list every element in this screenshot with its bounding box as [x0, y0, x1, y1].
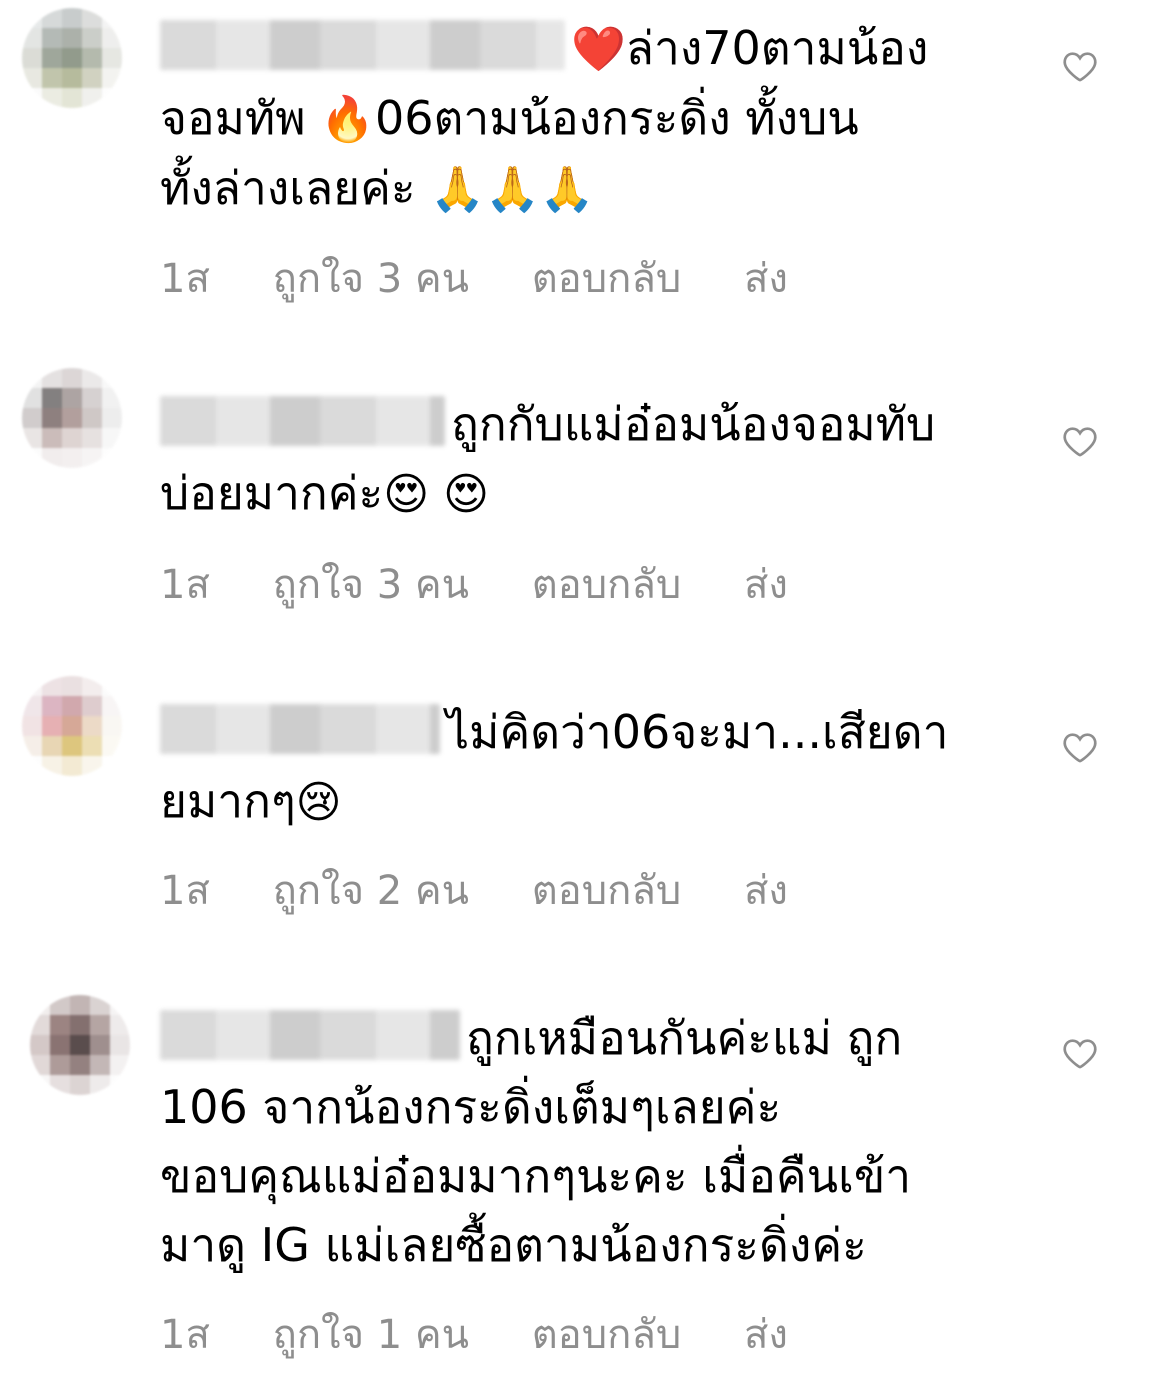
comment-meta: 1ส ถูกใจ 2 คน ตอบกลับ ส่ง	[160, 858, 838, 922]
comment-text: ถูกเหมือนกันค่ะแม่ ถูก 106 จากน้องกระดิ่…	[160, 1010, 912, 1272]
pray-emoji: 🙏🙏🙏	[430, 164, 595, 215]
heart-outline-icon[interactable]	[1060, 421, 1100, 461]
avatar[interactable]	[30, 995, 130, 1095]
timestamp: 1ส	[160, 868, 210, 914]
username-blurred[interactable]	[160, 20, 565, 70]
send-button[interactable]: ส่ง	[744, 868, 788, 914]
heart-outline-icon[interactable]	[1060, 46, 1100, 86]
send-button[interactable]: ส่ง	[744, 562, 788, 608]
timestamp: 1ส	[160, 256, 210, 302]
crying-face-emoji: 😢	[295, 777, 342, 828]
send-button[interactable]: ส่ง	[744, 1312, 788, 1358]
likes-count[interactable]: ถูกใจ 2 คน	[273, 868, 469, 914]
avatar[interactable]	[22, 676, 122, 776]
avatar[interactable]	[22, 8, 122, 108]
heart-emoji: ❤️	[571, 24, 626, 75]
username-blurred[interactable]	[160, 1010, 460, 1060]
comment-text: ❤️ล่าง70ตามน้อง จอมทัพ 🔥06ตามน้องกระดิ่ง…	[160, 20, 929, 215]
username-blurred[interactable]	[160, 396, 445, 446]
fire-emoji: 🔥	[320, 94, 375, 145]
avatar[interactable]	[22, 368, 122, 468]
username-blurred[interactable]	[160, 704, 440, 754]
heart-outline-icon[interactable]	[1060, 1033, 1100, 1073]
reply-button[interactable]: ตอบกลับ	[532, 1312, 682, 1358]
timestamp: 1ส	[160, 1312, 210, 1358]
send-button[interactable]: ส่ง	[744, 256, 788, 302]
likes-count[interactable]: ถูกใจ 3 คน	[273, 256, 469, 302]
comment-text: ไม่คิดว่า06จะมา...เสียดา ยมากๆ😢	[160, 704, 949, 828]
timestamp: 1ส	[160, 562, 210, 608]
heart-outline-icon[interactable]	[1060, 727, 1100, 767]
comment-meta: 1ส ถูกใจ 3 คน ตอบกลับ ส่ง	[160, 552, 838, 616]
reply-button[interactable]: ตอบกลับ	[532, 256, 682, 302]
comment-meta: 1ส ถูกใจ 3 คน ตอบกลับ ส่ง	[160, 246, 838, 310]
reply-button[interactable]: ตอบกลับ	[532, 562, 682, 608]
comment-text: ถูกกับแม่อ๋อมน้องจอมทับ บ่อยมากค่ะ😍 😍	[160, 396, 936, 520]
heart-eyes-emoji: 😍 😍	[383, 469, 489, 520]
comment-meta: 1ส ถูกใจ 1 คน ตอบกลับ ส่ง	[160, 1302, 838, 1366]
likes-count[interactable]: ถูกใจ 1 คน	[273, 1312, 469, 1358]
reply-button[interactable]: ตอบกลับ	[532, 868, 682, 914]
likes-count[interactable]: ถูกใจ 3 คน	[273, 562, 469, 608]
